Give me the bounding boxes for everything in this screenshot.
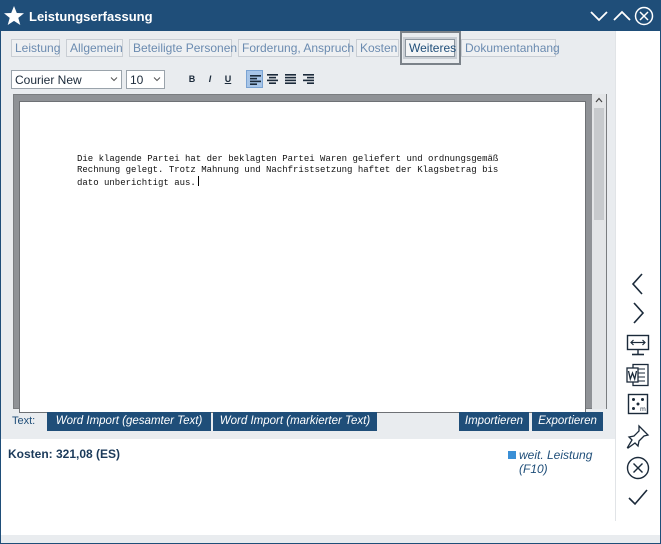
right-sidebar: m — [615, 31, 660, 521]
leistungserfassung-window: Leistungserfassung Leistung Allgemein Be… — [0, 0, 661, 544]
tab-dokumentanhang[interactable]: Dokumentanhang — [461, 39, 560, 57]
status-bar: Kosten: 321,08 (ES) weit. Leistung (F10) — [1, 439, 615, 535]
tab-allgemein[interactable]: Allgemein — [66, 39, 123, 57]
fit-width-icon[interactable] — [625, 332, 651, 358]
text-label: Text: — [12, 415, 36, 427]
word-import-all-button[interactable]: Word Import (gesamter Text) — [47, 412, 211, 431]
font-family-value: Courier New — [15, 73, 82, 87]
title-bar: Leistungserfassung — [1, 1, 660, 31]
bottom-edge — [1, 535, 660, 543]
kosten-total: Kosten: 321,08 (ES) — [8, 447, 121, 461]
bold-button[interactable]: B — [185, 72, 199, 86]
active-tab-highlight — [400, 31, 461, 65]
word-import-selected-button[interactable]: Word Import (markierter Text) — [213, 412, 377, 431]
weit-leistung-marker — [508, 451, 516, 459]
align-justify-icon — [285, 74, 296, 84]
chevron-down-icon — [153, 77, 161, 82]
chevron-down-icon[interactable] — [589, 6, 609, 26]
export-button[interactable]: Exportieren — [532, 412, 603, 431]
tab-kosten[interactable]: Kosten — [356, 39, 399, 57]
font-size-select[interactable]: 10 — [126, 70, 165, 89]
import-button[interactable]: Importieren — [459, 412, 529, 431]
editor-scrollbar[interactable] — [592, 94, 606, 409]
tab-forderung-anspruch[interactable]: Forderung, Anspruch — [238, 39, 354, 57]
tab-leistung[interactable]: Leistung — [11, 39, 60, 57]
pin-icon[interactable] — [625, 423, 651, 449]
underline-button[interactable]: U — [221, 72, 235, 86]
cancel-icon[interactable] — [625, 455, 651, 481]
editor-frame: Die klagende Partei hat der beklagten Pa… — [13, 94, 607, 413]
align-right-button[interactable] — [300, 70, 317, 88]
star-icon — [4, 6, 24, 25]
align-right-icon — [303, 74, 314, 84]
scroll-up-icon[interactable] — [595, 97, 603, 103]
align-center-button[interactable] — [264, 70, 281, 88]
align-left-icon — [250, 75, 261, 85]
font-size-value: 10 — [130, 73, 144, 87]
align-left-button[interactable] — [246, 70, 263, 88]
text-caret — [197, 176, 199, 186]
word-icon[interactable] — [625, 362, 651, 388]
tab-beteiligte-personen[interactable]: Beteiligte Personen — [129, 39, 237, 57]
editor-text[interactable]: Die klagende Partei hat der beklagten Pa… — [77, 154, 547, 189]
align-justify-button[interactable] — [282, 70, 299, 88]
editor-page[interactable]: Die klagende Partei hat der beklagten Pa… — [19, 101, 586, 413]
window-title: Leistungserfassung — [29, 9, 153, 24]
italic-button[interactable]: I — [203, 72, 217, 86]
svg-text:m: m — [640, 406, 646, 413]
dice-icon[interactable]: m — [625, 391, 651, 417]
font-family-select[interactable]: Courier New — [11, 70, 122, 89]
chevron-down-icon — [110, 77, 118, 82]
scroll-thumb[interactable] — [594, 108, 604, 220]
editor-content: Die klagende Partei hat der beklagten Pa… — [77, 154, 499, 188]
align-center-icon — [267, 74, 278, 84]
chevron-left-icon[interactable] — [625, 271, 651, 297]
chevron-up-icon[interactable] — [612, 6, 632, 26]
weit-leistung-link[interactable]: weit. Leistung (F10) — [519, 448, 615, 476]
main-panel: Leistung Allgemein Beteiligte Personen F… — [1, 31, 615, 439]
close-icon[interactable] — [634, 6, 654, 26]
check-icon[interactable] — [625, 484, 651, 510]
chevron-right-icon[interactable] — [625, 300, 651, 326]
